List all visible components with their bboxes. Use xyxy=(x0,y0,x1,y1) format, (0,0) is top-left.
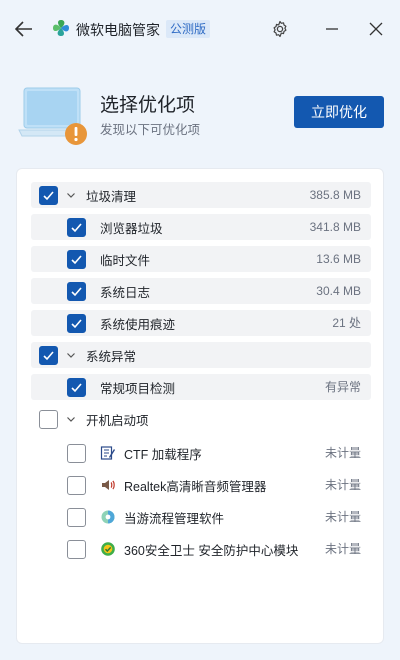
checkbox[interactable] xyxy=(67,475,86,495)
item-row-ctf-loader[interactable]: CTF 加载程序 未计量 xyxy=(31,440,371,466)
group-size: 385.8 MB xyxy=(309,188,361,202)
item-status: 未计量 xyxy=(324,478,361,492)
group-label: 开机启动项 xyxy=(86,413,149,428)
checkbox[interactable] xyxy=(67,507,86,527)
item-label: CTF 加载程序 xyxy=(124,447,202,462)
item-row-browser-junk[interactable]: 浏览器垃圾 341.8 MB xyxy=(31,214,371,240)
minimize-icon xyxy=(326,28,338,30)
checkbox[interactable] xyxy=(67,313,86,333)
checkbox[interactable] xyxy=(67,217,86,237)
laptop-warning-icon xyxy=(18,87,87,145)
checkbox[interactable] xyxy=(39,345,58,365)
item-row-routine-check[interactable]: 常规项目检测 有异常 xyxy=(31,374,371,400)
back-button[interactable] xyxy=(10,16,38,42)
app-title: 微软电脑管家 xyxy=(76,22,160,38)
optimize-header: 选择优化项 发现以下可优化项 立即优化 xyxy=(0,78,400,145)
app-logo-icon xyxy=(53,20,69,36)
group-row-startup-items[interactable]: 开机启动项 xyxy=(31,406,371,432)
checkmark-icon xyxy=(71,222,82,232)
item-status: 有异常 xyxy=(324,380,361,394)
checkbox[interactable] xyxy=(67,377,86,397)
checkbox[interactable] xyxy=(39,409,58,429)
gear-icon xyxy=(273,20,287,38)
item-size: 13.6 MB xyxy=(316,252,361,266)
item-status: 未计量 xyxy=(324,542,361,556)
close-icon xyxy=(369,22,383,36)
chevron-down-icon[interactable] xyxy=(66,415,78,423)
app-circle-icon xyxy=(100,509,116,525)
group-label: 系统异常 xyxy=(86,349,137,364)
speaker-icon xyxy=(100,477,116,493)
back-arrow-icon xyxy=(15,21,32,37)
item-row-process-manager[interactable]: 当游流程管理软件 未计量 xyxy=(31,504,371,530)
item-size: 21 处 xyxy=(332,316,361,330)
group-label: 垃圾清理 xyxy=(86,189,137,204)
checkbox[interactable] xyxy=(39,185,58,205)
item-label: 系统使用痕迹 xyxy=(100,317,176,332)
item-label: 常规项目检测 xyxy=(100,381,176,396)
item-label: 临时文件 xyxy=(100,253,151,268)
chevron-down-icon[interactable] xyxy=(66,351,78,359)
ctf-loader-icon xyxy=(100,445,116,461)
beta-badge: 公测版 xyxy=(166,20,211,38)
item-label: 浏览器垃圾 xyxy=(100,221,163,236)
page-subtitle: 发现以下可优化项 xyxy=(100,123,201,137)
group-row-system-anomaly[interactable]: 系统异常 xyxy=(31,342,371,368)
minimize-button[interactable] xyxy=(318,16,346,42)
item-row-temp-files[interactable]: 临时文件 13.6 MB xyxy=(31,246,371,272)
item-size: 30.4 MB xyxy=(316,284,361,298)
item-row-usage-traces[interactable]: 系统使用痕迹 21 处 xyxy=(31,310,371,336)
optimize-now-button[interactable]: 立即优化 xyxy=(294,96,384,128)
item-label: Realtek高清晰音频管理器 xyxy=(124,479,267,494)
item-row-realtek-audio[interactable]: Realtek高清晰音频管理器 未计量 xyxy=(31,472,371,498)
checkmark-icon xyxy=(71,286,82,296)
item-label: 360安全卫士 安全防护中心模块 xyxy=(124,543,299,558)
page-title: 选择优化项 xyxy=(100,95,196,116)
item-label: 当游流程管理软件 xyxy=(124,511,225,526)
settings-button[interactable] xyxy=(266,16,294,42)
item-row-360-security[interactable]: 360安全卫士 安全防护中心模块 未计量 xyxy=(31,536,371,562)
checkmark-icon xyxy=(43,190,54,200)
chevron-down-icon[interactable] xyxy=(66,191,78,199)
checkmark-icon xyxy=(71,254,82,264)
checkbox[interactable] xyxy=(67,281,86,301)
title-bar: 微软电脑管家 公测版 xyxy=(0,0,400,58)
close-button[interactable] xyxy=(362,16,390,42)
item-row-system-logs[interactable]: 系统日志 30.4 MB xyxy=(31,278,371,304)
group-row-junk-cleanup[interactable]: 垃圾清理 385.8 MB xyxy=(31,182,371,208)
optimize-list-panel: 垃圾清理 385.8 MB 浏览器垃圾 341.8 MB 临时文件 13.6 M… xyxy=(16,168,384,644)
checkbox[interactable] xyxy=(67,443,86,463)
item-status: 未计量 xyxy=(324,446,361,460)
checkmark-icon xyxy=(71,382,82,392)
360-security-icon xyxy=(100,541,116,557)
checkmark-icon xyxy=(43,350,54,360)
checkbox[interactable] xyxy=(67,539,86,559)
checkmark-icon xyxy=(71,318,82,328)
checkbox[interactable] xyxy=(67,249,86,269)
item-status: 未计量 xyxy=(324,510,361,524)
item-label: 系统日志 xyxy=(100,285,151,300)
item-size: 341.8 MB xyxy=(309,220,361,234)
